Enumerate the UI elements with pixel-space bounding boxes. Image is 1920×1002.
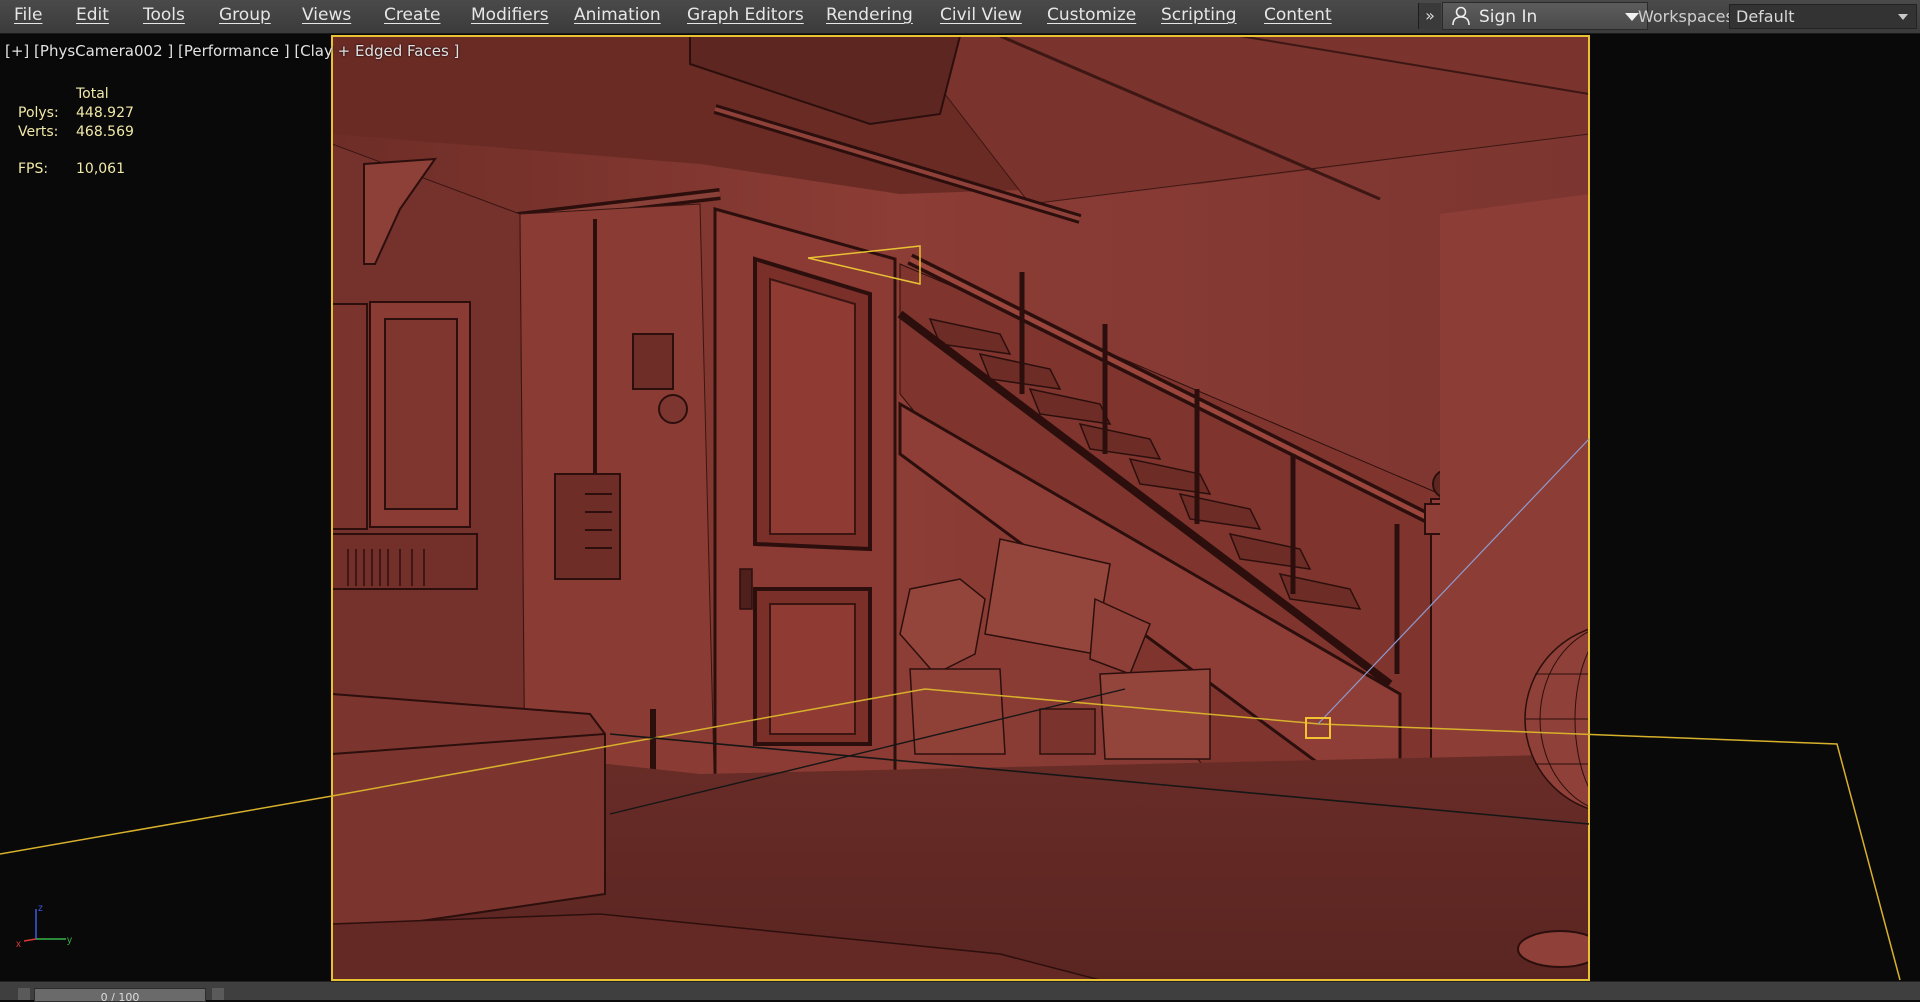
menu-create[interactable]: Create — [384, 0, 441, 31]
viewport-label-menu[interactable]: [+] [PhysCamera002 ] [Performance ] [Cla… — [5, 42, 459, 60]
fps-value: 10,061 — [76, 161, 125, 177]
camera-view — [332, 36, 1589, 980]
polys-value: 448.927 — [76, 105, 134, 121]
chevron-down-icon — [1898, 14, 1908, 20]
menu-group[interactable]: Group — [219, 0, 271, 31]
workspaces-dropdown[interactable]: Default — [1729, 4, 1917, 29]
stats-header: Total — [76, 86, 109, 102]
menu-graph-editors[interactable]: Graph Editors — [687, 0, 804, 31]
time-next-button[interactable] — [212, 988, 224, 1000]
sign-in-label: Sign In — [1479, 7, 1538, 27]
polys-label: Polys: — [18, 105, 59, 121]
menu-customize[interactable]: Customize — [1047, 0, 1136, 31]
menu-tools[interactable]: Tools — [143, 0, 185, 31]
menu-file[interactable]: File — [14, 0, 42, 31]
viewport-camera[interactable]: [+] [PhysCamera002 ] [Performance ] [Cla… — [0, 34, 1920, 981]
workspace-value: Default — [1736, 7, 1795, 26]
menu-rendering[interactable]: Rendering — [826, 0, 913, 31]
menu-views[interactable]: Views — [302, 0, 351, 31]
menu-edit[interactable]: Edit — [76, 0, 109, 31]
time-prev-button[interactable] — [18, 988, 30, 1000]
verts-label: Verts: — [18, 124, 59, 140]
axis-x-label: x — [16, 939, 21, 950]
time-slider[interactable]: 0 / 100 — [34, 988, 206, 1002]
menu-bar: File Edit Tools Group Views Create Modif… — [0, 0, 1920, 34]
user-icon — [1452, 6, 1470, 26]
menu-civil-view[interactable]: Civil View — [940, 0, 1022, 31]
scene-render[interactable] — [0, 34, 1920, 981]
axis-y-label: y — [67, 935, 72, 946]
verts-value: 468.569 — [76, 124, 134, 140]
fps-label: FPS: — [18, 161, 49, 177]
sign-in-button[interactable]: Sign In — [1442, 2, 1648, 30]
more-menus-button[interactable]: » — [1418, 3, 1441, 29]
menu-scripting[interactable]: Scripting — [1161, 0, 1237, 31]
axis-tripod-icon: z y x — [16, 903, 72, 950]
time-slider-text: 0 / 100 — [100, 991, 140, 1002]
axis-z-label: z — [38, 903, 43, 914]
menu-modifiers[interactable]: Modifiers — [471, 0, 549, 31]
menu-animation[interactable]: Animation — [574, 0, 661, 31]
timeline-bar: 0 / 100 — [0, 981, 1920, 1002]
menu-content[interactable]: Content — [1264, 0, 1332, 31]
double-chevron-right-icon: » — [1425, 6, 1435, 25]
chevron-down-icon — [1625, 13, 1639, 21]
workspaces-label: Workspaces: — [1638, 7, 1740, 26]
